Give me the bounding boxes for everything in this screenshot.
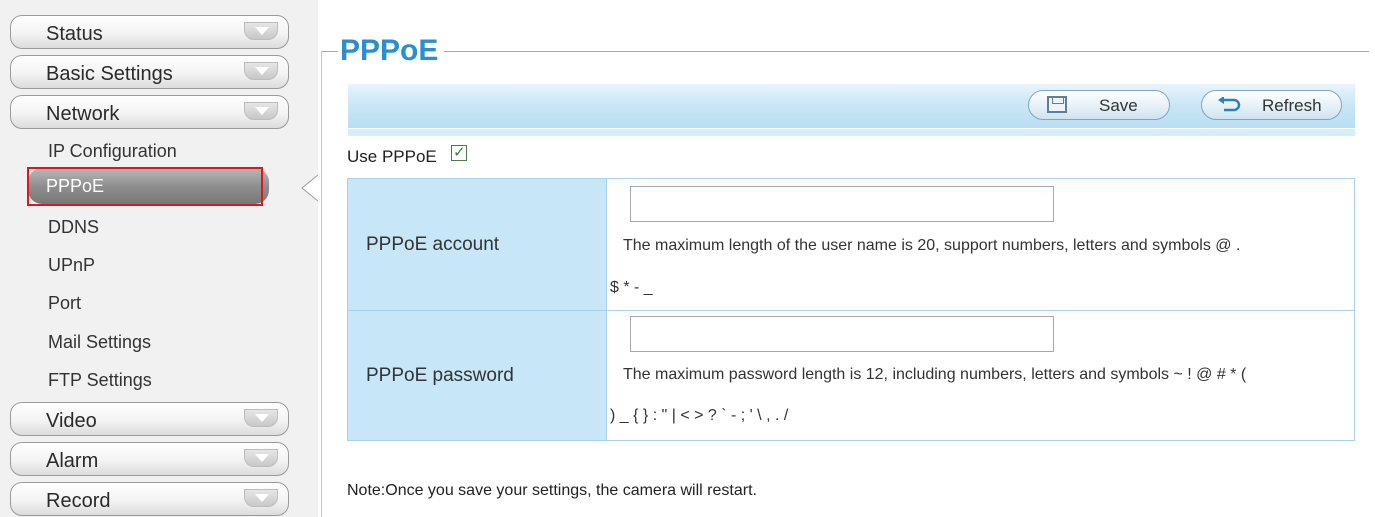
menu-basic-settings-label: Basic Settings	[46, 63, 173, 85]
chevron-down-icon	[244, 449, 278, 467]
active-highlight-box	[27, 167, 263, 206]
password-input[interactable]	[630, 316, 1054, 352]
sidebar-item-ip-configuration[interactable]: IP Configuration	[48, 141, 177, 162]
account-hint-line1: The maximum length of the user name is 2…	[623, 237, 1241, 254]
account-label-cell: PPPoE account	[347, 178, 607, 311]
use-pppoe-checkbox[interactable]: ✓	[451, 144, 467, 161]
sidebar-item-ftp-settings[interactable]: FTP Settings	[48, 370, 152, 391]
table-row: PPPoE account The maximum length of the …	[347, 178, 1355, 311]
table-row: PPPoE password The maximum password leng…	[347, 310, 1355, 441]
chevron-down-icon	[244, 409, 278, 427]
refresh-icon	[1218, 97, 1241, 112]
sidebar-item-ddns[interactable]: DDNS	[48, 217, 99, 238]
account-label: PPPoE account	[366, 234, 500, 255]
account-hint-line2: $ * - _	[610, 279, 653, 296]
refresh-button-label: Refresh	[1262, 96, 1322, 115]
menu-network-label: Network	[46, 103, 120, 125]
menu-record[interactable]: Record	[10, 482, 289, 516]
page-title: PPPoE	[338, 34, 445, 68]
menu-video-label: Video	[46, 410, 97, 432]
password-hint-line2: ) _ { } : " | < > ? ` - ; ' \ , . /	[610, 407, 789, 424]
refresh-button[interactable]: Refresh	[1201, 90, 1342, 120]
chevron-down-icon	[244, 102, 278, 120]
save-button-label: Save	[1099, 96, 1138, 115]
sidebar: Status Basic Settings Network IP Configu…	[0, 0, 318, 517]
toolbar-stripe	[348, 128, 1355, 136]
checkmark-icon: ✓	[453, 144, 466, 161]
sidebar-item-upnp[interactable]: UPnP	[48, 255, 95, 276]
chevron-down-icon	[244, 62, 278, 80]
account-value-cell: The maximum length of the user name is 2…	[606, 178, 1355, 311]
fieldset-border-left	[321, 51, 322, 517]
menu-video[interactable]: Video	[10, 402, 289, 436]
menu-basic-settings[interactable]: Basic Settings	[10, 55, 289, 89]
main-panel: PPPoE Save Refresh Use PPPoE ✓ PPPoE acc…	[318, 0, 1375, 517]
save-icon	[1047, 96, 1067, 113]
password-value-cell: The maximum password length is 12, inclu…	[606, 310, 1355, 441]
pppoe-form-table: PPPoE account The maximum length of the …	[347, 178, 1355, 441]
fieldset-border	[321, 51, 1369, 52]
toolbar: Save Refresh	[348, 84, 1355, 136]
chevron-down-icon	[244, 22, 278, 40]
menu-network[interactable]: Network	[10, 95, 289, 129]
menu-alarm-label: Alarm	[46, 450, 99, 472]
sidebar-item-port[interactable]: Port	[48, 293, 81, 314]
pointer-arrow-icon	[301, 175, 318, 201]
chevron-down-icon	[244, 489, 278, 507]
password-label-cell: PPPoE password	[347, 310, 607, 441]
account-input[interactable]	[630, 186, 1054, 222]
menu-status-label: Status	[46, 23, 103, 45]
menu-alarm[interactable]: Alarm	[10, 442, 289, 476]
restart-note: Note:Once you save your settings, the ca…	[347, 482, 757, 499]
password-hint-line1: The maximum password length is 12, inclu…	[623, 366, 1247, 383]
use-pppoe-label: Use PPPoE	[347, 147, 437, 166]
sidebar-item-mail-settings[interactable]: Mail Settings	[48, 332, 151, 353]
password-label: PPPoE password	[366, 365, 514, 386]
menu-record-label: Record	[46, 490, 111, 512]
menu-status[interactable]: Status	[10, 15, 289, 49]
save-button[interactable]: Save	[1028, 90, 1170, 120]
